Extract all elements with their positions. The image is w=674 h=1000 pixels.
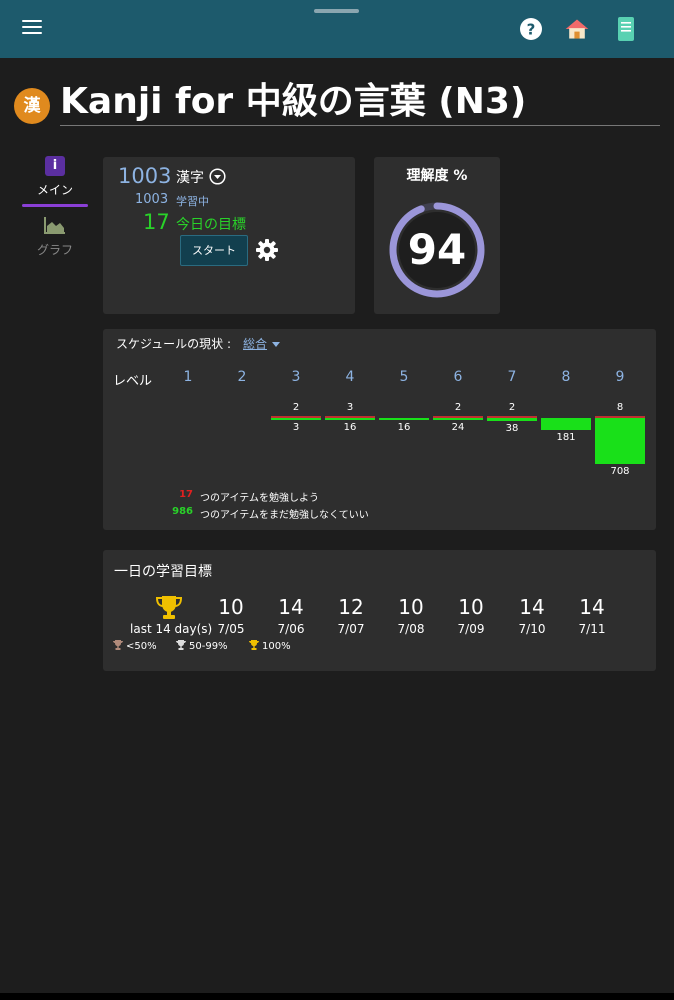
level-bar <box>487 418 537 421</box>
day-value: 10 <box>218 595 244 619</box>
day-date: 7/10 <box>518 622 546 636</box>
level-bar <box>379 418 429 420</box>
start-button[interactable]: スタート <box>180 235 248 266</box>
level-item-count: 181 <box>556 432 576 443</box>
home-icon[interactable] <box>564 16 590 42</box>
total-count: 1003 <box>118 164 172 188</box>
learning-label: 学習中 <box>176 195 209 208</box>
info-icon: i <box>45 156 65 176</box>
type-label: 漢字 <box>176 170 204 186</box>
chevron-down-circle-icon[interactable] <box>209 168 226 185</box>
level-number: 7 <box>507 369 517 385</box>
level-number: 1 <box>183 369 193 385</box>
nav-item-graph[interactable]: グラフ <box>22 216 88 258</box>
drag-handle[interactable] <box>314 9 359 13</box>
top-app-bar: ? <box>0 0 674 58</box>
level-bar <box>271 418 321 420</box>
help-icon[interactable]: ? <box>518 16 544 42</box>
day-date: 7/07 <box>337 622 365 636</box>
active-indicator <box>22 204 88 207</box>
nav-main-label: メイン <box>36 183 73 197</box>
goal-legend-item: <50% <box>113 640 157 652</box>
schedule-filter-dropdown[interactable]: 総合 <box>243 335 267 352</box>
goal-legend-item: 100% <box>249 640 291 652</box>
bottom-edge <box>0 993 674 1000</box>
svg-text:?: ? <box>527 21 536 39</box>
level-bar <box>541 418 591 430</box>
level-number: 8 <box>561 369 571 385</box>
level-number: 9 <box>615 369 625 385</box>
understanding-gauge: 94 <box>389 202 485 298</box>
level-due-count: 2 <box>508 402 516 413</box>
level-item-count: 24 <box>451 422 465 433</box>
level-bar <box>325 418 375 420</box>
daily-goal-card: 一日の学習目標 last 14 day(s) 10 7/05 14 7/06 12 7/0… <box>103 550 656 671</box>
goal-label: 今日の目標 <box>176 217 246 233</box>
level-bar <box>433 418 483 420</box>
legend-text: つのアイテムを勉強しよう <box>200 493 319 504</box>
day-date: 7/09 <box>457 622 485 636</box>
page-title: Kanji for 中級の言葉 (N3) <box>60 81 527 122</box>
level-item-count: 16 <box>343 422 357 433</box>
period-label: last 14 day(s) <box>130 622 213 636</box>
nav-item-main[interactable]: i メイン <box>22 156 88 207</box>
level-number: 3 <box>291 369 301 385</box>
level-item-count: 16 <box>397 422 411 433</box>
day-value: 14 <box>579 595 605 619</box>
day-value: 12 <box>338 595 364 619</box>
level-due-count: 2 <box>292 402 300 413</box>
understanding-card: 理解度 % 94 <box>374 157 500 314</box>
trophy-icon <box>249 640 259 650</box>
goal-count: 17 <box>143 210 170 234</box>
goal-legend-label: 50-99% <box>189 641 228 652</box>
trophy-icon <box>155 596 183 619</box>
trophy-icon <box>176 640 186 650</box>
schedule-card: スケジュールの現状 : 総合 レベル 1 2 3 2 3 4 3 16 5 16 6 2 24 7 2 38 8… <box>103 329 656 530</box>
level-number: 6 <box>453 369 463 385</box>
legend-count: 986 <box>172 506 193 517</box>
nav-graph-label: グラフ <box>36 243 73 257</box>
understanding-title: 理解度 % <box>406 168 468 184</box>
day-value: 10 <box>398 595 424 619</box>
book-icon[interactable] <box>613 16 639 42</box>
menu-icon[interactable] <box>22 20 42 38</box>
day-value: 10 <box>458 595 484 619</box>
area-chart-icon <box>44 217 65 234</box>
gear-icon[interactable] <box>255 238 279 262</box>
understanding-value: 94 <box>408 225 466 274</box>
title-divider <box>60 125 660 126</box>
level-due-count: 3 <box>346 402 354 413</box>
level-due-count: 2 <box>454 402 462 413</box>
day-date: 7/11 <box>578 622 606 636</box>
level-number: 5 <box>399 369 409 385</box>
learning-count: 1003 <box>135 192 169 207</box>
level-item-count: 3 <box>292 422 300 433</box>
legend-text: つのアイテムをまだ勉強しなくていい <box>200 510 369 521</box>
day-value: 14 <box>278 595 304 619</box>
level-item-count: 708 <box>610 466 630 477</box>
schedule-title: スケジュールの現状 : <box>116 337 232 351</box>
level-label: レベル <box>113 374 153 389</box>
day-value: 14 <box>519 595 545 619</box>
day-date: 7/06 <box>277 622 305 636</box>
summary-card: 1003 漢字 1003 学習中 17 今日の目標 スタート <box>103 157 355 314</box>
deck-badge: 漢 <box>14 88 50 124</box>
level-due-count: 8 <box>616 402 624 413</box>
goal-legend-label: 100% <box>262 641 291 652</box>
level-bar <box>595 418 645 464</box>
level-number: 4 <box>345 369 355 385</box>
legend-count: 17 <box>179 489 193 500</box>
day-date: 7/05 <box>217 622 245 636</box>
level-number: 2 <box>237 369 247 385</box>
day-date: 7/08 <box>397 622 425 636</box>
dropdown-caret-icon[interactable] <box>272 342 280 347</box>
trophy-icon <box>113 640 123 650</box>
level-item-count: 38 <box>505 423 519 434</box>
goal-legend-item: 50-99% <box>176 640 228 652</box>
daily-goal-title: 一日の学習目標 <box>114 564 212 580</box>
goal-legend-label: <50% <box>126 641 157 652</box>
